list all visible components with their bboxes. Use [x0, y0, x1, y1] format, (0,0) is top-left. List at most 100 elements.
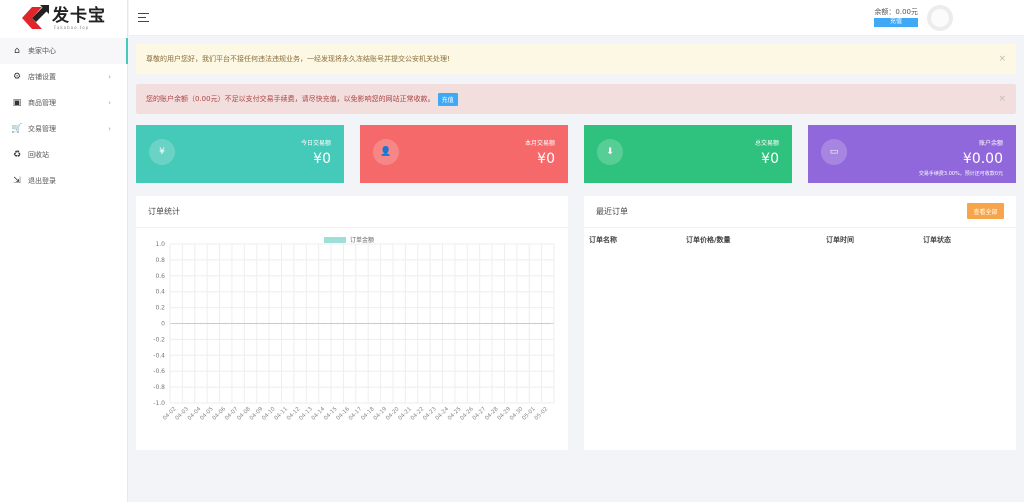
stat-card-value: ¥0 — [313, 151, 331, 167]
y-tick-label: -0.6 — [153, 368, 165, 375]
data-point[interactable] — [274, 322, 277, 325]
data-point[interactable] — [336, 322, 339, 325]
balance-text: 余额：0.00元 — [874, 8, 918, 16]
data-point[interactable] — [497, 322, 500, 325]
data-point[interactable] — [385, 322, 388, 325]
alert-recharge-button[interactable]: 充值 — [437, 92, 458, 106]
column-header: 订单时间 — [826, 236, 854, 244]
y-tick-label: 0.8 — [155, 257, 165, 264]
stat-card: ⬇ 总交易额 ¥0 — [584, 125, 792, 183]
main-content: 尊敬的用户您好，我们平台不接任何违法违规业务，一经发现将永久冻结账号并提交公安机… — [136, 44, 1016, 450]
sidebar-item-label: 商品管理 — [28, 99, 56, 107]
y-tick-label: 1.0 — [155, 241, 165, 248]
sidebar-item-1[interactable]: ⚙ 店铺设置 › — [0, 64, 127, 90]
data-point[interactable] — [373, 322, 376, 325]
recent-orders-title: 最近订单 — [596, 207, 628, 216]
stat-cards: ¥ 今日交易额 ¥0 👤 本月交易额 ¥0 ⬇ 总交易额 ¥0 ▭ 账户余额 ¥0.00 交易手续费3.… — [136, 125, 1016, 183]
y-tick-label: -1.0 — [153, 400, 165, 407]
logo-mark-icon — [20, 4, 50, 32]
data-point[interactable] — [398, 322, 400, 325]
view-all-button[interactable]: 查看全部 — [967, 203, 1004, 219]
data-point[interactable] — [299, 322, 301, 325]
data-point[interactable] — [200, 322, 202, 325]
x-tick-label: 05-02 — [534, 406, 550, 422]
data-point[interactable] — [237, 322, 239, 325]
sidebar-item-5[interactable]: ⇲ 退出登录 — [0, 168, 127, 194]
legend-swatch[interactable] — [324, 237, 346, 243]
data-point[interactable] — [324, 322, 326, 325]
topbar: 余额：0.00元 充值 — [129, 0, 1024, 36]
stat-card-value: ¥0 — [761, 151, 779, 167]
balance-box: 余额：0.00元 充值 — [874, 8, 918, 27]
data-point[interactable] — [447, 322, 450, 325]
sidebar-item-label: 卖家中心 — [28, 47, 56, 55]
sidebar-item-2[interactable]: ▣ 商品管理 › — [0, 90, 127, 116]
data-point[interactable] — [547, 322, 549, 325]
order-stats-panel: 订单统计 订单金额 1.0 0.8 0.6 0.4 0.2 0 -0.2 -0.4 -0.6 -0.… — [136, 196, 568, 450]
data-point[interactable] — [435, 322, 438, 325]
sidebar-item-3[interactable]: 🛒 交易管理 › — [0, 116, 127, 142]
order-stats-title: 订单统计 — [136, 196, 568, 228]
order-stats-chart: 订单金额 1.0 0.8 0.6 0.4 0.2 0 -0.2 -0.4 -0.6 -0.8 -1.0… — [153, 236, 555, 422]
data-point[interactable] — [485, 322, 487, 325]
data-point[interactable] — [423, 322, 425, 325]
data-point[interactable] — [348, 322, 351, 325]
data-point[interactable] — [460, 322, 462, 325]
data-point[interactable] — [522, 322, 524, 325]
sidebar-item-0[interactable]: ⌂ 卖家中心 — [0, 38, 128, 64]
sidebar: 发卡宝 Fakabao.top ⌂ 卖家中心 ⚙ 店铺设置 › ▣ 商品管理 › 🛒 交易管理 › ♻… — [0, 0, 128, 502]
sidebar-nav: ⌂ 卖家中心 ⚙ 店铺设置 › ▣ 商品管理 › 🛒 交易管理 › ♻ 回收站 ⇲ 退出登录 — [0, 38, 128, 194]
data-point[interactable] — [311, 322, 314, 325]
yen-icon: ¥ — [149, 139, 175, 165]
recharge-button[interactable]: 充值 — [874, 18, 918, 27]
recycle-icon: ♻ — [12, 150, 22, 160]
stat-card-label: 本月交易额 — [524, 140, 555, 147]
stat-card-label: 今日交易额 — [300, 140, 331, 147]
sidebar-item-4[interactable]: ♻ 回收站 — [0, 142, 127, 168]
data-point[interactable] — [410, 322, 413, 325]
y-tick-label: -0.2 — [153, 336, 165, 343]
data-point[interactable] — [224, 322, 227, 325]
data-point[interactable] — [286, 322, 289, 325]
data-point[interactable] — [534, 322, 537, 325]
y-tick-label: 0.6 — [155, 273, 165, 280]
hamburger-icon[interactable] — [138, 13, 149, 22]
shopping-bag-icon: ▣ — [12, 98, 22, 108]
brand-subtitle: Fakabao.top — [54, 24, 90, 30]
sidebar-item-label: 交易管理 — [28, 125, 56, 133]
data-point[interactable] — [249, 322, 252, 325]
data-point[interactable] — [187, 322, 190, 325]
recent-orders-table: 订单名称 订单价格/数量 订单时间 订单状态 — [584, 228, 1016, 252]
stat-card: ¥ 今日交易额 ¥0 — [136, 125, 344, 183]
column-header: 订单名称 — [589, 236, 617, 244]
stat-card-label: 账户余额 — [978, 140, 1003, 147]
warning-alert-text: 尊敬的用户您好，我们平台不接任何违法违规业务，一经发现将永久冻结账号并提交公安机… — [146, 55, 450, 63]
chevron-right-icon: › — [108, 73, 111, 81]
logout-icon: ⇲ — [13, 176, 21, 186]
y-tick-label: 0.4 — [155, 289, 165, 296]
sidebar-item-label: 退出登录 — [28, 177, 56, 185]
chevron-right-icon: › — [108, 125, 111, 133]
y-tick-label: 0 — [161, 321, 165, 328]
warning-alert: 尊敬的用户您好，我们平台不接任何违法违规业务，一经发现将永久冻结账号并提交公安机… — [136, 44, 1016, 74]
data-point[interactable] — [361, 322, 363, 325]
logo[interactable]: 发卡宝 Fakabao.top — [0, 0, 127, 36]
brand-title: 发卡宝 — [52, 5, 106, 26]
message-icon: ▭ — [821, 139, 847, 165]
legend-label: 订单金额 — [350, 236, 374, 244]
data-point[interactable] — [212, 322, 215, 325]
column-header: 订单状态 — [923, 236, 951, 244]
stat-card: ▭ 账户余额 ¥0.00 交易手续费3.00%，预计还可收款0元 — [808, 125, 1016, 183]
y-tick-label: -0.8 — [153, 384, 165, 391]
stat-card-note: 交易手续费3.00%，预计还可收款0元 — [918, 171, 1003, 177]
chevron-right-icon: › — [108, 99, 111, 107]
data-point[interactable] — [509, 322, 512, 325]
danger-alert: 您的账户余额（0.00元）不足以支付交易手续费，请尽快充值，以免影响您的网站正常… — [136, 84, 1016, 114]
close-icon[interactable]: × — [998, 94, 1006, 104]
data-point[interactable] — [472, 322, 475, 325]
data-point[interactable] — [262, 322, 264, 325]
data-point[interactable] — [175, 322, 177, 325]
avatar[interactable] — [927, 5, 953, 31]
close-icon[interactable]: × — [998, 54, 1006, 64]
stat-card-value: ¥0.00 — [962, 151, 1003, 167]
